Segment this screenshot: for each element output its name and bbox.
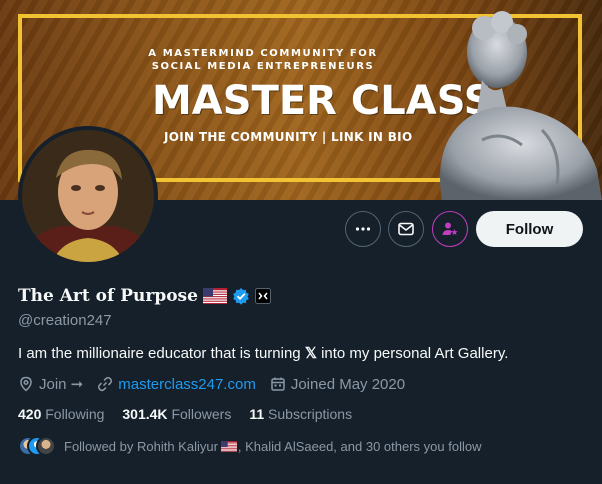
bio-text-end: into my personal Art Gallery. <box>316 345 509 362</box>
affiliate-badge-icon[interactable] <box>254 288 271 304</box>
subscriptions-count: 11 <box>249 406 265 422</box>
message-button[interactable] <box>388 211 424 247</box>
display-name: The Art of Purpose <box>18 286 198 306</box>
followed-by[interactable]: Followed by Rohith Kaliyur , Khalid AlSa… <box>18 436 481 456</box>
follower-avatars <box>18 436 58 456</box>
subscriptions-stat[interactable]: 11 Subscriptions <box>249 406 352 422</box>
subscriptions-label: Subscriptions <box>268 406 353 422</box>
following-stat[interactable]: 420 Following <box>18 406 104 422</box>
more-horizontal-icon <box>355 227 371 231</box>
us-flag-icon <box>202 288 227 304</box>
verified-badge-icon[interactable] <box>232 287 250 305</box>
banner-subtitle: JOIN THE COMMUNITY | LINK IN BIO <box>164 130 413 144</box>
calendar-icon <box>271 377 285 391</box>
profile-meta: Join ➞ masterclass247.com Joined May 202… <box>18 375 419 393</box>
subscribe-star-icon <box>442 222 458 235</box>
subscribe-button[interactable] <box>432 211 468 247</box>
avatar[interactable] <box>18 126 158 266</box>
location-pin-icon <box>20 376 32 392</box>
location-item: Join ➞ <box>18 375 83 393</box>
profile-name-row: The Art of Purpose <box>18 286 271 306</box>
avatar-portrait <box>22 130 154 262</box>
more-button[interactable] <box>345 211 381 247</box>
followed-by-suffix: , Khalid AlSaeed, and 30 others you foll… <box>237 438 482 454</box>
website-link[interactable]: masterclass247.com <box>118 376 256 393</box>
website-item[interactable]: masterclass247.com <box>97 376 256 393</box>
avatar <box>36 436 56 456</box>
statue-image <box>440 11 602 200</box>
x-logo-text: 𝕏 <box>304 345 317 362</box>
following-count: 420 <box>18 406 42 422</box>
following-label: Following <box>45 406 105 422</box>
followed-by-prefix: Followed by Rohith Kaliyur <box>64 438 218 454</box>
location-text: Join ➞ <box>39 376 84 393</box>
bio-text-start: I am the millionaire educator that is tu… <box>18 345 305 362</box>
profile-bio: I am the millionaire educator that is tu… <box>18 344 508 362</box>
followers-count: 301.4K <box>122 406 168 422</box>
follow-button[interactable]: Follow <box>476 211 583 247</box>
followers-stat[interactable]: 301.4K Followers <box>122 406 231 422</box>
us-flag-icon <box>220 440 237 452</box>
envelope-icon <box>398 222 414 236</box>
profile-stats: 420 Following 301.4K Followers 11 Subscr… <box>18 406 370 422</box>
link-icon <box>98 376 113 392</box>
joined-text: Joined May 2020 <box>290 375 406 393</box>
profile-handle: @creation247 <box>18 312 112 329</box>
joined-item: Joined May 2020 <box>270 376 405 393</box>
followers-label: Followers <box>171 406 232 422</box>
